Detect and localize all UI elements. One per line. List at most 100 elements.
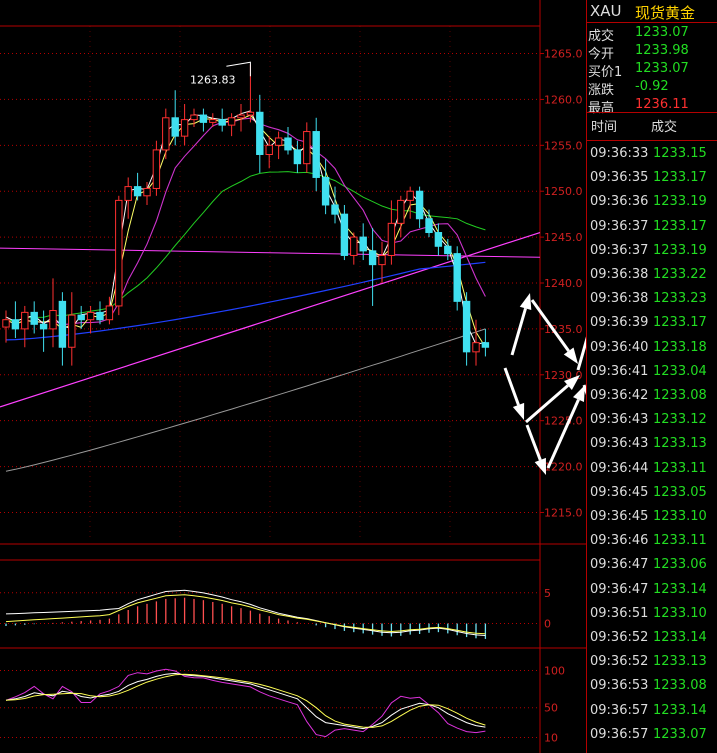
tick-row: 09:36:43 1233.13 <box>587 432 717 456</box>
candle <box>331 204 339 215</box>
candle <box>115 199 123 307</box>
arrow-head <box>573 385 585 403</box>
tick-time: 09:36:37 <box>590 218 649 234</box>
candle <box>39 323 48 330</box>
quote-value: 1233.07 <box>635 61 689 76</box>
tick-price: 1233.22 <box>653 267 707 282</box>
tick-row: 09:36:53 1233.08 <box>587 674 717 698</box>
candle <box>415 190 424 220</box>
kdj-d-line <box>5 673 486 728</box>
quote-value: -0.92 <box>635 79 669 94</box>
candle <box>227 117 236 126</box>
tick-time: 09:36:36 <box>590 194 649 210</box>
quote-label: 最高 <box>588 101 615 116</box>
candle <box>453 253 461 302</box>
candle <box>30 311 38 325</box>
tick-row: 09:36:42 1233.08 <box>587 384 717 408</box>
y-tick-label: 1215.0 <box>544 506 583 519</box>
candle <box>105 305 114 321</box>
tick-row: 09:36:52 1233.13 <box>587 650 717 674</box>
tick-time: 09:36:41 <box>590 363 649 379</box>
ma-20-line <box>5 117 486 326</box>
candle <box>246 111 255 116</box>
tick-row: 09:36:40 1233.18 <box>587 336 717 360</box>
candle <box>237 114 245 119</box>
candle <box>378 254 386 266</box>
candle <box>21 311 29 330</box>
high-annotation: 1263.83 <box>190 73 236 86</box>
tick-time: 09:36:43 <box>590 412 649 428</box>
tick-price: 1233.14 <box>653 702 707 718</box>
macd-dif-line <box>5 589 486 636</box>
candle <box>406 190 414 201</box>
tick-row: 09:36:44 1233.11 <box>587 457 717 481</box>
tick-row: 09:36:57 1233.07 <box>587 723 717 747</box>
arrow-line <box>546 399 580 469</box>
divider <box>587 112 717 113</box>
tick-price: 1233.08 <box>653 678 707 694</box>
tick-price: 1233.17 <box>653 170 707 186</box>
candle <box>86 311 95 321</box>
quote-row: 涨跌 -0.92 <box>587 78 717 98</box>
candle <box>162 117 170 151</box>
candle <box>180 119 189 137</box>
tick-price: 1233.10 <box>653 605 707 621</box>
tick-time: 09:36:57 <box>590 726 649 742</box>
tick-price: 1233.15 <box>653 146 707 161</box>
candle <box>472 342 480 353</box>
candle <box>481 342 490 348</box>
tick-price: 1233.10 <box>653 509 707 524</box>
tick-time: 09:36:39 <box>590 315 649 331</box>
candle <box>199 114 208 123</box>
tick-row: 09:36:41 1233.04 <box>587 360 717 384</box>
candle <box>397 199 405 224</box>
candle <box>58 300 67 348</box>
tick-row: 09:36:38 1233.22 <box>587 263 717 287</box>
y-tick-label: 1265.0 <box>544 48 583 61</box>
candle <box>2 319 10 328</box>
tick-time: 09:36:40 <box>590 339 649 355</box>
price-column-header: 成交 <box>651 120 678 135</box>
tick-price: 1233.11 <box>653 460 707 476</box>
tick-time: 09:36:42 <box>590 388 649 403</box>
quote-row: 成交 1233.07 <box>587 24 717 44</box>
chart-area: 1215.01220.01225.01230.01235.01240.01245… <box>0 0 586 753</box>
candle <box>265 144 273 155</box>
time-column-header: 时间 <box>591 120 618 135</box>
candle <box>368 250 377 266</box>
candle <box>96 311 104 321</box>
divider <box>587 140 717 141</box>
arrow-head <box>519 293 532 311</box>
kdj-tick-label: 100 <box>544 664 565 677</box>
candle <box>11 319 20 330</box>
tick-price: 1233.07 <box>653 726 707 742</box>
tick-row: 09:36:36 1233.19 <box>587 190 717 214</box>
tick-time: 09:36:43 <box>590 436 649 452</box>
tick-row: 09:36:47 1233.14 <box>587 578 717 602</box>
macd-tick-label: 5 <box>544 587 551 600</box>
tick-row: 09:36:51 1233.10 <box>587 602 717 626</box>
candle <box>190 114 198 121</box>
tick-price: 1233.17 <box>653 218 707 234</box>
tick-price: 1233.13 <box>653 436 707 452</box>
quote-header: XAU 现货黄金 <box>587 0 717 22</box>
candle <box>256 111 264 155</box>
arrow-line <box>503 367 520 406</box>
y-tick-label: 1225.0 <box>544 415 583 428</box>
kdj-j-line <box>5 668 486 738</box>
tick-row: 09:36:33 1233.15 <box>587 142 717 166</box>
arrow-line <box>510 307 527 356</box>
macd-dea-line <box>5 594 486 635</box>
candle <box>171 117 179 137</box>
arrow-head <box>512 402 525 420</box>
candle <box>462 300 471 353</box>
tick-price: 1233.08 <box>653 388 707 403</box>
tick-row: 09:36:37 1233.17 <box>587 215 717 239</box>
tick-time: 09:36:57 <box>590 702 649 718</box>
candle <box>387 222 396 256</box>
quote-value: 1233.07 <box>635 25 689 40</box>
kdj-tick-label: 10 <box>544 732 558 745</box>
candle <box>359 236 367 252</box>
quote-row: 今开 1233.98 <box>587 42 717 62</box>
tick-price: 1233.14 <box>653 630 707 645</box>
